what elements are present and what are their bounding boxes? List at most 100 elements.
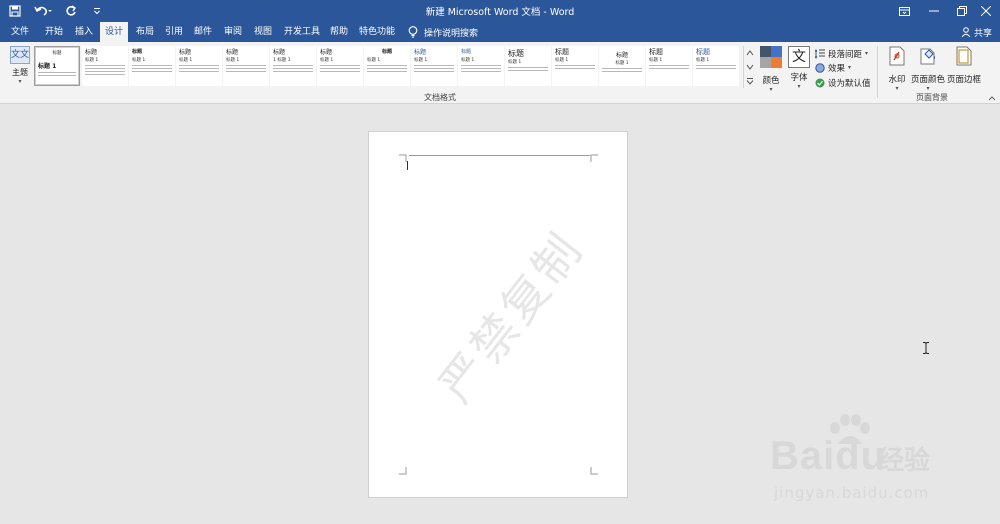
tab-view[interactable]: 视图 [247, 22, 279, 42]
style-set-item[interactable]: 标题 标题 1 [599, 46, 645, 86]
lightbulb-icon [408, 26, 418, 38]
style-set-item[interactable]: 标题 标题 1 [411, 46, 457, 86]
style-set-item[interactable]: 标题 1 标题 1 [270, 46, 316, 86]
page-border-icon [956, 46, 972, 66]
paragraph-spacing-icon [815, 48, 825, 59]
share-label: 共享 [973, 28, 992, 39]
title-bar: 新建 Microsoft Word 文档 - Word [0, 0, 1000, 22]
group-separator [877, 46, 878, 98]
fonts-icon: 文 [788, 46, 810, 68]
gallery-more-button[interactable] [744, 74, 755, 88]
colors-button[interactable]: 颜色 ▾ [758, 46, 784, 93]
themes-icon: 文文 [10, 46, 30, 64]
style-set-item[interactable]: 标题 标题 1 [129, 46, 175, 86]
restore-icon [957, 6, 967, 16]
ribbon-tabs: 文件 开始 插入 设计 布局 引用 邮件 审阅 视图 开发工具 帮助 特色功能 … [0, 22, 1000, 42]
close-button[interactable] [972, 0, 1000, 22]
style-set-gallery: 标题 标题 1 标题 标题 1 标题 标题 1 标题 标题 1 标题 标题 1 … [34, 46, 742, 88]
fonts-button[interactable]: 文 字体 ▾ [786, 46, 812, 90]
chevron-down-icon: ▾ [848, 64, 852, 71]
style-set-item[interactable]: 标题 标题 1 [82, 46, 128, 86]
tab-review[interactable]: 审阅 [217, 22, 249, 42]
margin-corner-mark [590, 154, 598, 162]
effects-label: 效果 [828, 63, 846, 74]
tab-references[interactable]: 引用 [158, 22, 190, 42]
site-watermark-brand: Baidu [770, 434, 887, 478]
themes-label: 主题 [12, 68, 28, 77]
margin-corner-mark [399, 467, 407, 475]
site-watermark-cn: 经验 [878, 446, 931, 476]
tab-mailings[interactable]: 邮件 [188, 22, 218, 42]
gallery-scroll [743, 46, 755, 88]
chevron-down-icon: ▾ [797, 83, 801, 90]
margin-corner-mark [399, 154, 407, 162]
site-watermark-url: jingyan.baidu.com [774, 484, 930, 502]
gallery-expand-icon [746, 78, 753, 85]
document-page[interactable]: 严禁复制 [368, 131, 628, 498]
tab-insert[interactable]: 插入 [68, 22, 100, 42]
style-set-item[interactable]: 标题 标题 1 [646, 46, 692, 86]
chevron-up-icon [988, 96, 996, 101]
gallery-scroll-down-button[interactable] [744, 60, 755, 74]
share-button[interactable]: 共享 [961, 22, 992, 42]
page-color-button[interactable]: 页面颜色 ▾ [911, 46, 945, 92]
page-color-label: 页面颜色 [911, 75, 946, 85]
effects-icon [815, 62, 825, 73]
style-set-item[interactable]: 标题 标题 1 [693, 46, 739, 86]
style-set-item[interactable]: 标题 标题 1 [505, 46, 551, 86]
tab-developer[interactable]: 开发工具 [280, 22, 324, 42]
document-formatting-group-label: 文档格式 [424, 93, 456, 102]
style-set-item[interactable]: 标题 标题 1 [317, 46, 363, 86]
style-set-item[interactable]: 标题 标题 1 [223, 46, 269, 86]
paragraph-spacing-label: 段落间距 [828, 49, 863, 60]
tell-me-search[interactable]: 操作说明搜索 [408, 22, 478, 42]
chevron-down-icon: ▾ [926, 85, 930, 92]
text-caret [407, 161, 408, 170]
gallery-scroll-up-button[interactable] [744, 46, 755, 60]
checkmark-icon [815, 78, 825, 87]
minimize-button[interactable] [920, 0, 948, 22]
minimize-icon [929, 10, 939, 12]
chevron-down-icon: ▾ [769, 86, 773, 93]
tell-me-label: 操作说明搜索 [424, 28, 479, 39]
tab-design[interactable]: 设计 [100, 22, 128, 42]
ribbon-display-options-button[interactable] [890, 0, 918, 22]
set-as-default-button[interactable]: 设为默认值 [815, 76, 871, 89]
ibeam-cursor-icon [923, 342, 929, 354]
tab-file[interactable]: 文件 [4, 22, 36, 42]
watermark-icon [889, 46, 905, 66]
header-border-line [409, 155, 590, 156]
ribbon-options-icon [898, 6, 910, 16]
page-borders-button[interactable]: 页面边框 [946, 46, 982, 85]
style-set-item[interactable]: 标题 标题 1 [458, 46, 504, 86]
set-as-default-label: 设为默认值 [828, 78, 871, 89]
person-icon [961, 27, 971, 37]
fonts-label: 字体 [790, 73, 808, 83]
tab-layout[interactable]: 布局 [130, 22, 160, 42]
tab-help[interactable]: 帮助 [323, 22, 355, 42]
chevron-down-icon [746, 64, 753, 70]
page-borders-label: 页面边框 [946, 75, 981, 85]
style-set-item[interactable]: 标题 标题 1 [364, 46, 410, 86]
margin-corner-mark [590, 467, 598, 475]
color-palette-icon [760, 46, 782, 68]
watermark-label: 水印 [888, 75, 906, 85]
effects-button[interactable]: 效果 ▾ [815, 61, 851, 74]
style-set-item[interactable]: 标题 标题 1 [34, 46, 80, 86]
site-watermark: Baidu 经验 jingyan.baidu.com [766, 412, 996, 512]
style-set-item[interactable]: 标题 标题 1 [176, 46, 222, 86]
chevron-down-icon: ▾ [895, 85, 899, 92]
paragraph-spacing-button[interactable]: 段落间距 ▾ [815, 47, 868, 60]
watermark-button[interactable]: 水印 ▾ [884, 46, 910, 92]
themes-button[interactable]: 文文 主题 ▾ [6, 46, 34, 90]
style-set-item[interactable]: 标题 标题 1 [552, 46, 598, 86]
page-background-group-label: 页面背景 [916, 93, 948, 102]
tab-special-features[interactable]: 特色功能 [355, 22, 399, 42]
chevron-up-icon [746, 50, 753, 56]
paint-bucket-icon [920, 48, 935, 65]
tab-home[interactable]: 开始 [38, 22, 70, 42]
collapse-ribbon-button[interactable] [988, 94, 996, 104]
document-watermark: 严禁复制 [428, 221, 595, 413]
window-title: 新建 Microsoft Word 文档 - Word [425, 7, 575, 18]
close-icon [981, 6, 991, 16]
